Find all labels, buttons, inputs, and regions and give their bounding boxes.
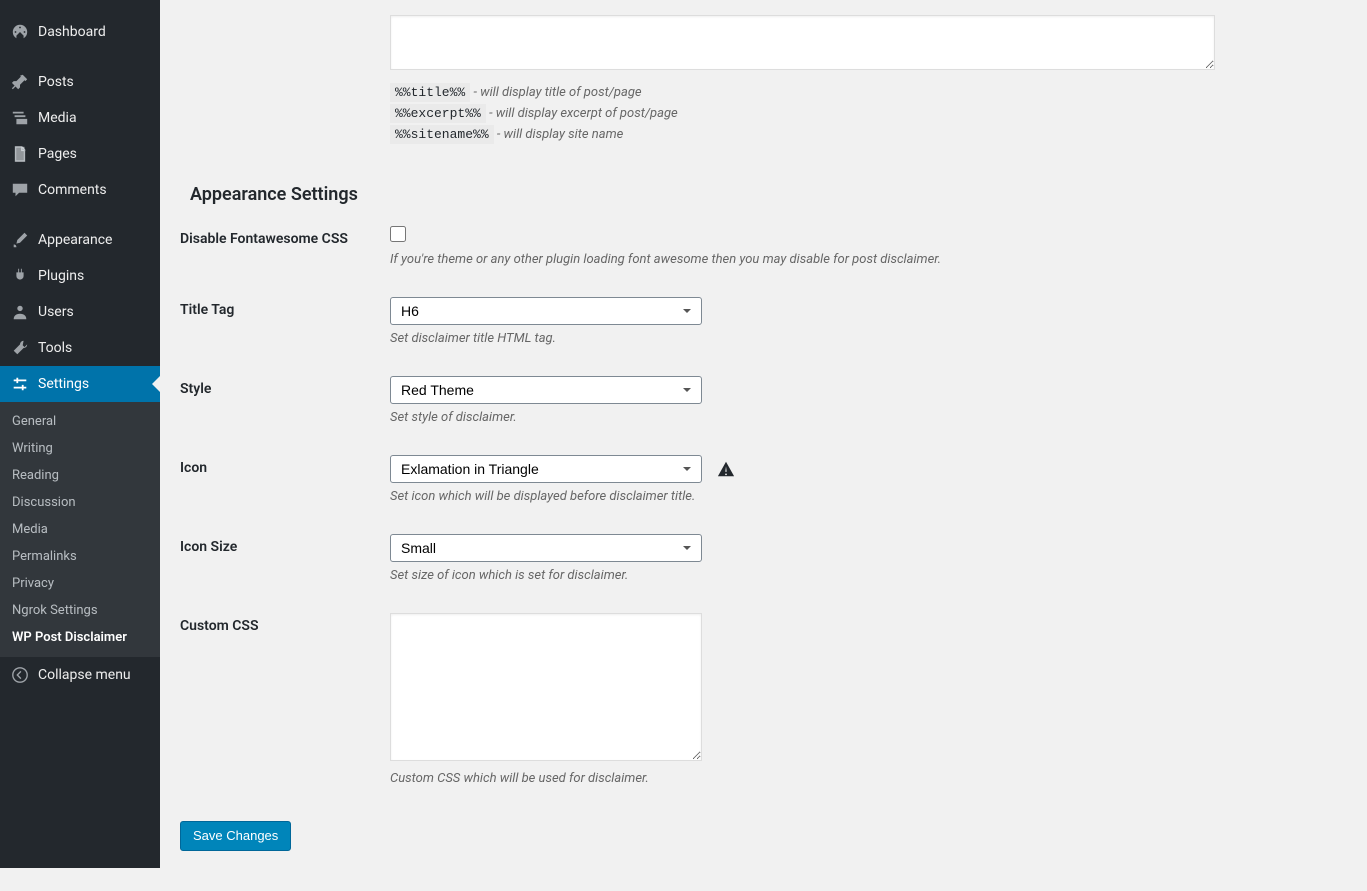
sidebar-item-label: Dashboard [38,24,106,40]
sidebar-item-media[interactable]: Media [0,100,160,136]
submenu-permalinks[interactable]: Permalinks [0,543,160,570]
sidebar-item-label: Appearance [38,232,112,248]
title-tag-select[interactable]: H6 [390,297,702,325]
submenu-reading[interactable]: Reading [0,462,160,489]
pin-icon [10,72,30,92]
sidebar-item-label: Media [38,110,77,126]
icon-select[interactable]: Exlamation in Triangle [390,455,702,483]
placeholder-sitename-code: %%sitename%% [390,125,494,144]
placeholder-title-desc: - will display title of post/page [473,85,641,100]
icon-label: Icon [180,440,380,519]
collapse-menu[interactable]: Collapse menu [0,657,160,693]
custom-css-label: Custom CSS [180,598,380,801]
submenu-media[interactable]: Media [0,516,160,543]
title-tag-label: Title Tag [180,282,380,361]
description-textarea[interactable] [390,15,1215,70]
submenu-discussion[interactable]: Discussion [0,489,160,516]
sidebar-item-pages[interactable]: Pages [0,136,160,172]
brush-icon [10,230,30,250]
plug-icon [10,266,30,286]
placeholder-excerpt-desc: - will display excerpt of post/page [489,106,678,121]
style-label: Style [180,361,380,440]
placeholder-excerpt-code: %%excerpt%% [390,104,486,123]
disable-fontawesome-checkbox[interactable] [390,226,406,242]
custom-css-textarea[interactable] [390,613,702,761]
wrench-icon [10,338,30,358]
submenu-wp-post-disclaimer[interactable]: WP Post Disclaimer [0,624,160,651]
sidebar-item-label: Pages [38,146,77,162]
sidebar-item-posts[interactable]: Posts [0,64,160,100]
custom-css-help: Custom CSS which will be used for discla… [390,771,1337,786]
media-icon [10,108,30,128]
sidebar-item-appearance[interactable]: Appearance [0,222,160,258]
sidebar-item-comments[interactable]: Comments [0,172,160,208]
style-select[interactable]: Red Theme [390,376,702,404]
appearance-settings-heading: Appearance Settings [190,184,1347,205]
submenu-privacy[interactable]: Privacy [0,570,160,597]
sidebar-item-label: Comments [38,182,107,198]
sidebar-item-users[interactable]: Users [0,294,160,330]
disable-fontawesome-label: Disable Fontawesome CSS [180,211,380,282]
title-tag-help: Set disclaimer title HTML tag. [390,331,1337,346]
submenu-general[interactable]: General [0,408,160,435]
icon-size-help: Set size of icon which is set for discla… [390,568,1337,583]
save-changes-button[interactable]: Save Changes [180,821,291,851]
sliders-icon [10,374,30,394]
placeholder-sitename-desc: - will display site name [497,127,623,142]
sidebar-item-label: Posts [38,74,74,90]
icon-help: Set icon which will be displayed before … [390,489,1337,504]
collapse-label: Collapse menu [38,667,131,683]
icon-size-select[interactable]: Small [390,534,702,562]
icon-size-label: Icon Size [180,519,380,598]
exclamation-triangle-icon [717,460,735,482]
dashboard-icon [10,22,30,42]
sidebar-item-label: Plugins [38,268,84,284]
sidebar-item-tools[interactable]: Tools [0,330,160,366]
sidebar-item-dashboard[interactable]: Dashboard [0,14,160,50]
settings-submenu: General Writing Reading Discussion Media… [0,402,160,657]
placeholder-title-code: %%title%% [390,83,470,102]
style-help: Set style of disclaimer. [390,410,1337,425]
comment-icon [10,180,30,200]
sidebar-item-label: Tools [38,340,72,356]
sidebar-item-label: Settings [38,376,89,392]
submenu-writing[interactable]: Writing [0,435,160,462]
placeholder-hints: %%title%% - will display title of post/p… [390,82,1337,145]
collapse-icon [10,665,30,685]
submenu-ngrok[interactable]: Ngrok Settings [0,597,160,624]
page-body: %%title%% - will display title of post/p… [160,0,1367,891]
disable-fontawesome-help: If you're theme or any other plugin load… [390,252,1337,267]
sidebar-item-settings[interactable]: Settings [0,366,160,402]
sidebar-item-label: Users [38,304,74,320]
admin-sidebar: Dashboard Posts Media Pages Comments App… [0,0,160,868]
pages-icon [10,144,30,164]
sidebar-item-plugins[interactable]: Plugins [0,258,160,294]
user-icon [10,302,30,322]
